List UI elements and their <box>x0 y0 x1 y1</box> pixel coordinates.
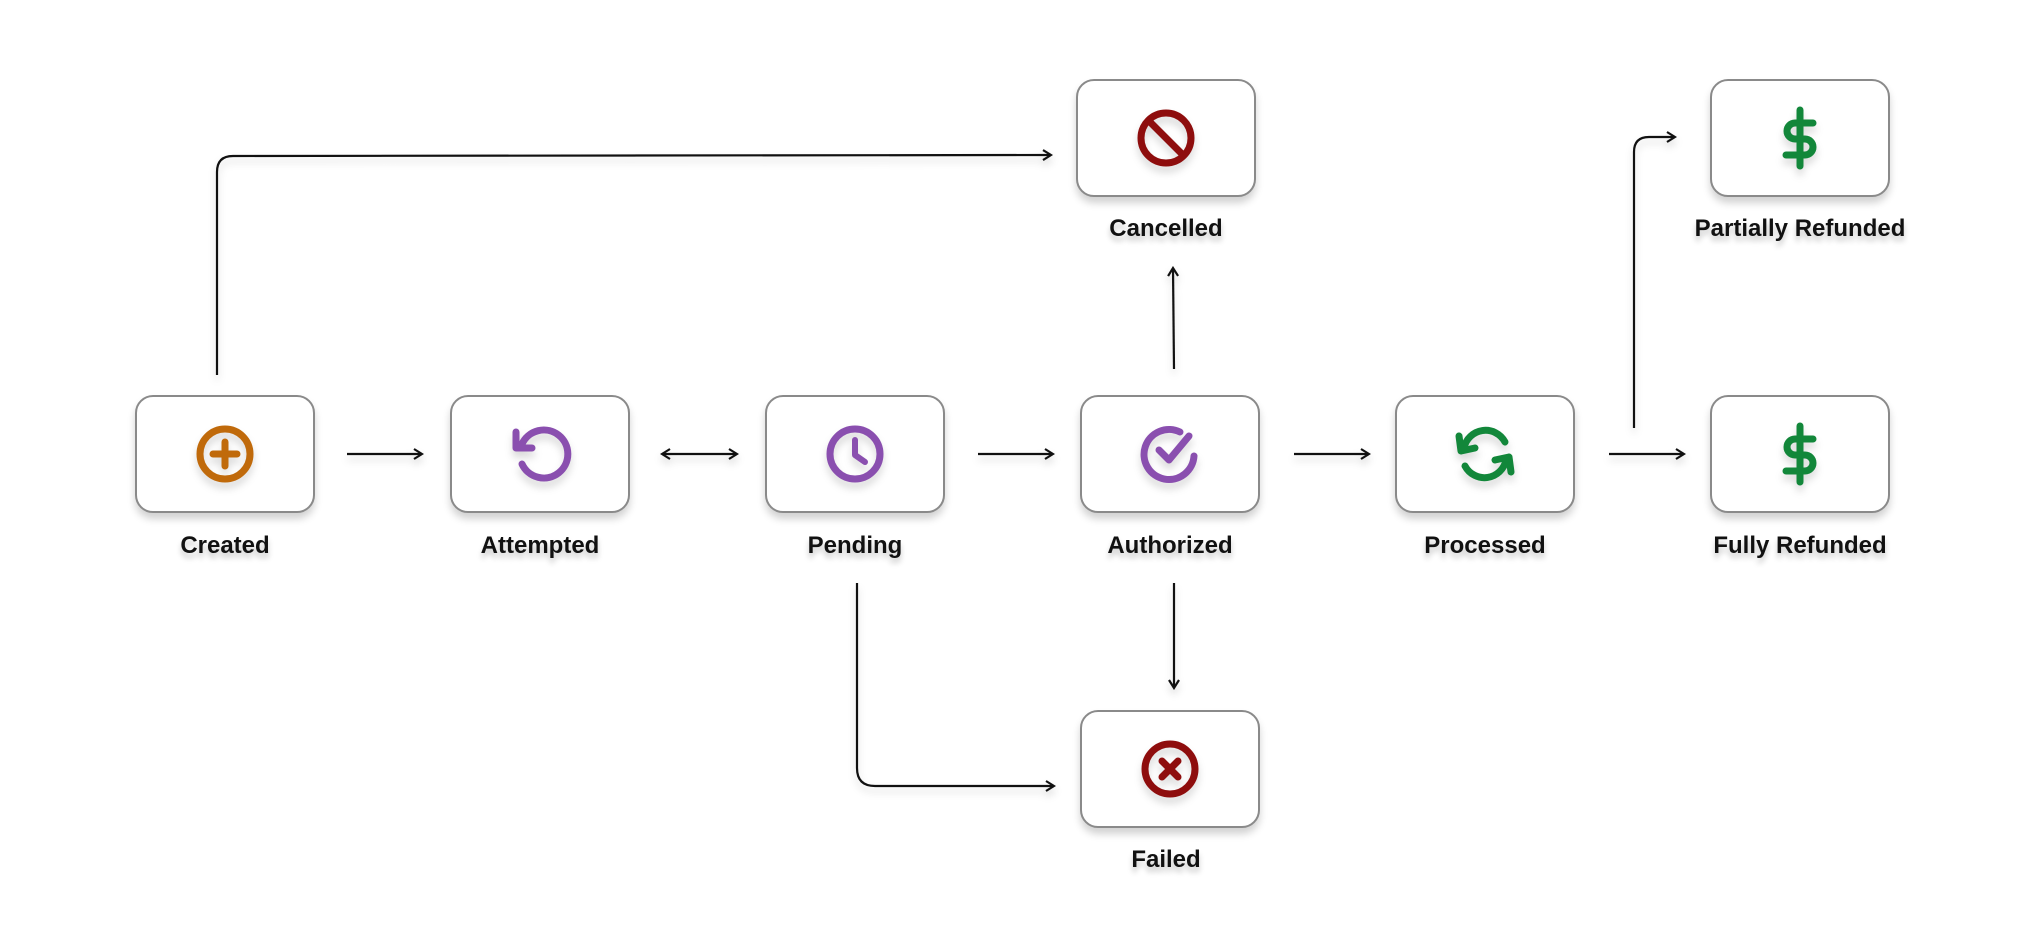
node-cancelled[interactable] <box>1076 79 1256 197</box>
check-circle-icon <box>1140 425 1198 483</box>
node-processed[interactable] <box>1395 395 1575 513</box>
node-label-failed: Failed <box>1131 846 1201 873</box>
node-partially-refunded[interactable] <box>1710 79 1890 197</box>
dollar-icon <box>1782 106 1817 170</box>
node-label-pending: Pending <box>807 532 903 559</box>
retry-icon <box>512 426 572 482</box>
node-pending[interactable] <box>765 395 945 513</box>
node-label-partially-refunded: Partially Refunded <box>1694 215 1906 242</box>
plus-circle-icon <box>196 425 254 483</box>
edge-pending-failed <box>855 583 1054 786</box>
node-created[interactable] <box>135 395 315 513</box>
sync-icon <box>1455 426 1515 482</box>
edge-processed-partially-refunded <box>1632 137 1675 428</box>
node-label-fully-refunded: Fully Refunded <box>1713 532 1887 559</box>
node-failed[interactable] <box>1080 710 1260 828</box>
node-label-processed: Processed <box>1424 532 1546 559</box>
node-label-created: Created <box>180 532 270 559</box>
state-diagram: Created Attempted Pending Authorized Pro… <box>0 0 2038 928</box>
edge-authorized-cancelled <box>1173 268 1174 370</box>
x-circle-icon <box>1141 740 1199 798</box>
clock-icon <box>826 425 884 483</box>
dollar-icon <box>1782 422 1817 486</box>
node-label-authorized: Authorized <box>1107 532 1233 559</box>
node-attempted[interactable] <box>450 395 630 513</box>
node-authorized[interactable] <box>1080 395 1260 513</box>
ban-icon <box>1137 109 1195 167</box>
edge-created-cancelled <box>215 155 1051 375</box>
node-label-cancelled: Cancelled <box>1109 215 1223 242</box>
node-fully-refunded[interactable] <box>1710 395 1890 513</box>
node-label-attempted: Attempted <box>480 532 600 559</box>
